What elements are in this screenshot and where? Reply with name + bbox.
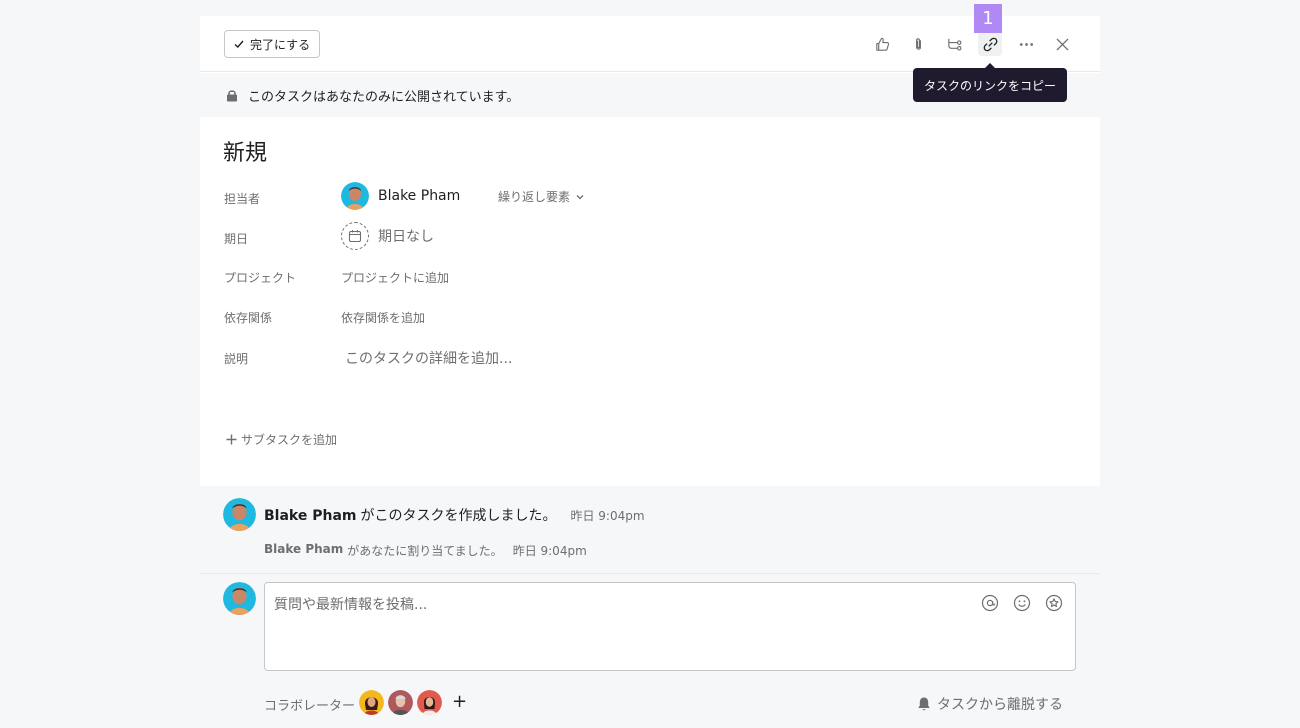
plus-icon bbox=[226, 434, 237, 445]
star-icon[interactable] bbox=[1045, 594, 1063, 612]
comment-placeholder: 質問や最新情報を投稿... bbox=[274, 597, 428, 613]
task-detail-panel: 完了にする 1 タスクのリンクをコピー このタスクはあなたのみに公開されています… bbox=[200, 4, 1100, 728]
avatar bbox=[341, 182, 369, 210]
collaborator-avatar[interactable] bbox=[388, 690, 413, 715]
collaborators-label: コラボレーター bbox=[264, 699, 356, 714]
mark-complete-label: 完了にする bbox=[250, 37, 311, 52]
assignee-name: Blake Pham bbox=[378, 188, 461, 204]
bell-icon bbox=[918, 697, 930, 711]
task-toolbar: 完了にする 1 bbox=[200, 4, 1100, 72]
activity-assigned-text: があなたに割り当てました。 bbox=[347, 544, 503, 558]
mention-icon[interactable] bbox=[981, 594, 999, 612]
dependency-label: 依存関係 bbox=[224, 311, 273, 325]
activity-assigned: Blake Pham があなたに割り当てました。 昨日 9:04pm bbox=[264, 542, 587, 559]
like-icon[interactable] bbox=[870, 32, 894, 56]
mark-complete-button[interactable]: 完了にする bbox=[224, 30, 321, 58]
copy-link-icon[interactable] bbox=[978, 32, 1002, 56]
leave-task-button[interactable]: タスクから離脱する bbox=[916, 694, 1063, 714]
lock-icon bbox=[227, 89, 237, 101]
recurring-dropdown[interactable]: 繰り返し要素 bbox=[498, 188, 585, 205]
subtask-icon[interactable] bbox=[942, 32, 966, 56]
description-label: 説明 bbox=[224, 352, 249, 366]
comment-section: 質問や最新情報を投稿... コラボレーター + タスクから離脱する bbox=[200, 574, 1100, 728]
project-label: プロジェクト bbox=[224, 271, 297, 285]
activity-created-text: がこのタスクを作成しました。 bbox=[360, 508, 557, 524]
avatar bbox=[223, 498, 256, 531]
activity-assigner-name[interactable]: Blake Pham bbox=[264, 542, 343, 559]
chevron-down-icon bbox=[576, 194, 584, 199]
activity-created-time: 昨日 9:04pm bbox=[570, 509, 645, 523]
description-input[interactable]: このタスクの詳細を追加... bbox=[345, 348, 512, 368]
due-date-value: 期日なし bbox=[378, 229, 434, 245]
assignee-field[interactable]: Blake Pham bbox=[341, 182, 460, 210]
activity-feed: Blake Pham がこのタスクを作成しました。 昨日 9:04pm Blak… bbox=[200, 486, 1100, 574]
avatar bbox=[223, 582, 256, 615]
copy-link-tooltip: タスクのリンクをコピー bbox=[913, 63, 1067, 102]
activity-user-name[interactable]: Blake Pham bbox=[264, 508, 356, 524]
more-options-icon[interactable] bbox=[1014, 32, 1038, 56]
activity-created: Blake Pham がこのタスクを作成しました。 昨日 9:04pm bbox=[264, 505, 645, 525]
collaborator-avatar[interactable] bbox=[417, 690, 442, 715]
collaborator-avatar[interactable] bbox=[359, 690, 384, 715]
activity-assigned-time: 昨日 9:04pm bbox=[512, 544, 587, 558]
add-collaborator-button[interactable]: + bbox=[452, 691, 467, 712]
comment-input[interactable]: 質問や最新情報を投稿... bbox=[264, 582, 1076, 671]
recurring-label: 繰り返し要素 bbox=[498, 190, 571, 204]
emoji-icon[interactable] bbox=[1013, 594, 1031, 612]
task-title[interactable]: 新規 bbox=[223, 135, 267, 167]
add-subtask-label: サブタスクを追加 bbox=[241, 433, 338, 447]
attachment-icon[interactable] bbox=[906, 32, 930, 56]
add-project-link[interactable]: プロジェクトに追加 bbox=[341, 269, 449, 286]
add-subtask-button[interactable]: サブタスクを追加 bbox=[226, 431, 337, 448]
step-number-badge: 1 bbox=[974, 4, 1002, 33]
add-dependency-link[interactable]: 依存関係を追加 bbox=[341, 309, 425, 326]
privacy-text: このタスクはあなたのみに公開されています。 bbox=[248, 89, 520, 105]
due-date-label: 期日 bbox=[224, 232, 249, 246]
calendar-icon bbox=[341, 222, 369, 250]
check-icon bbox=[234, 40, 244, 48]
due-date-field[interactable]: 期日なし bbox=[341, 222, 434, 250]
close-icon[interactable] bbox=[1050, 32, 1074, 56]
assignee-label: 担当者 bbox=[224, 192, 261, 206]
leave-task-label: タスクから離脱する bbox=[937, 697, 1063, 713]
